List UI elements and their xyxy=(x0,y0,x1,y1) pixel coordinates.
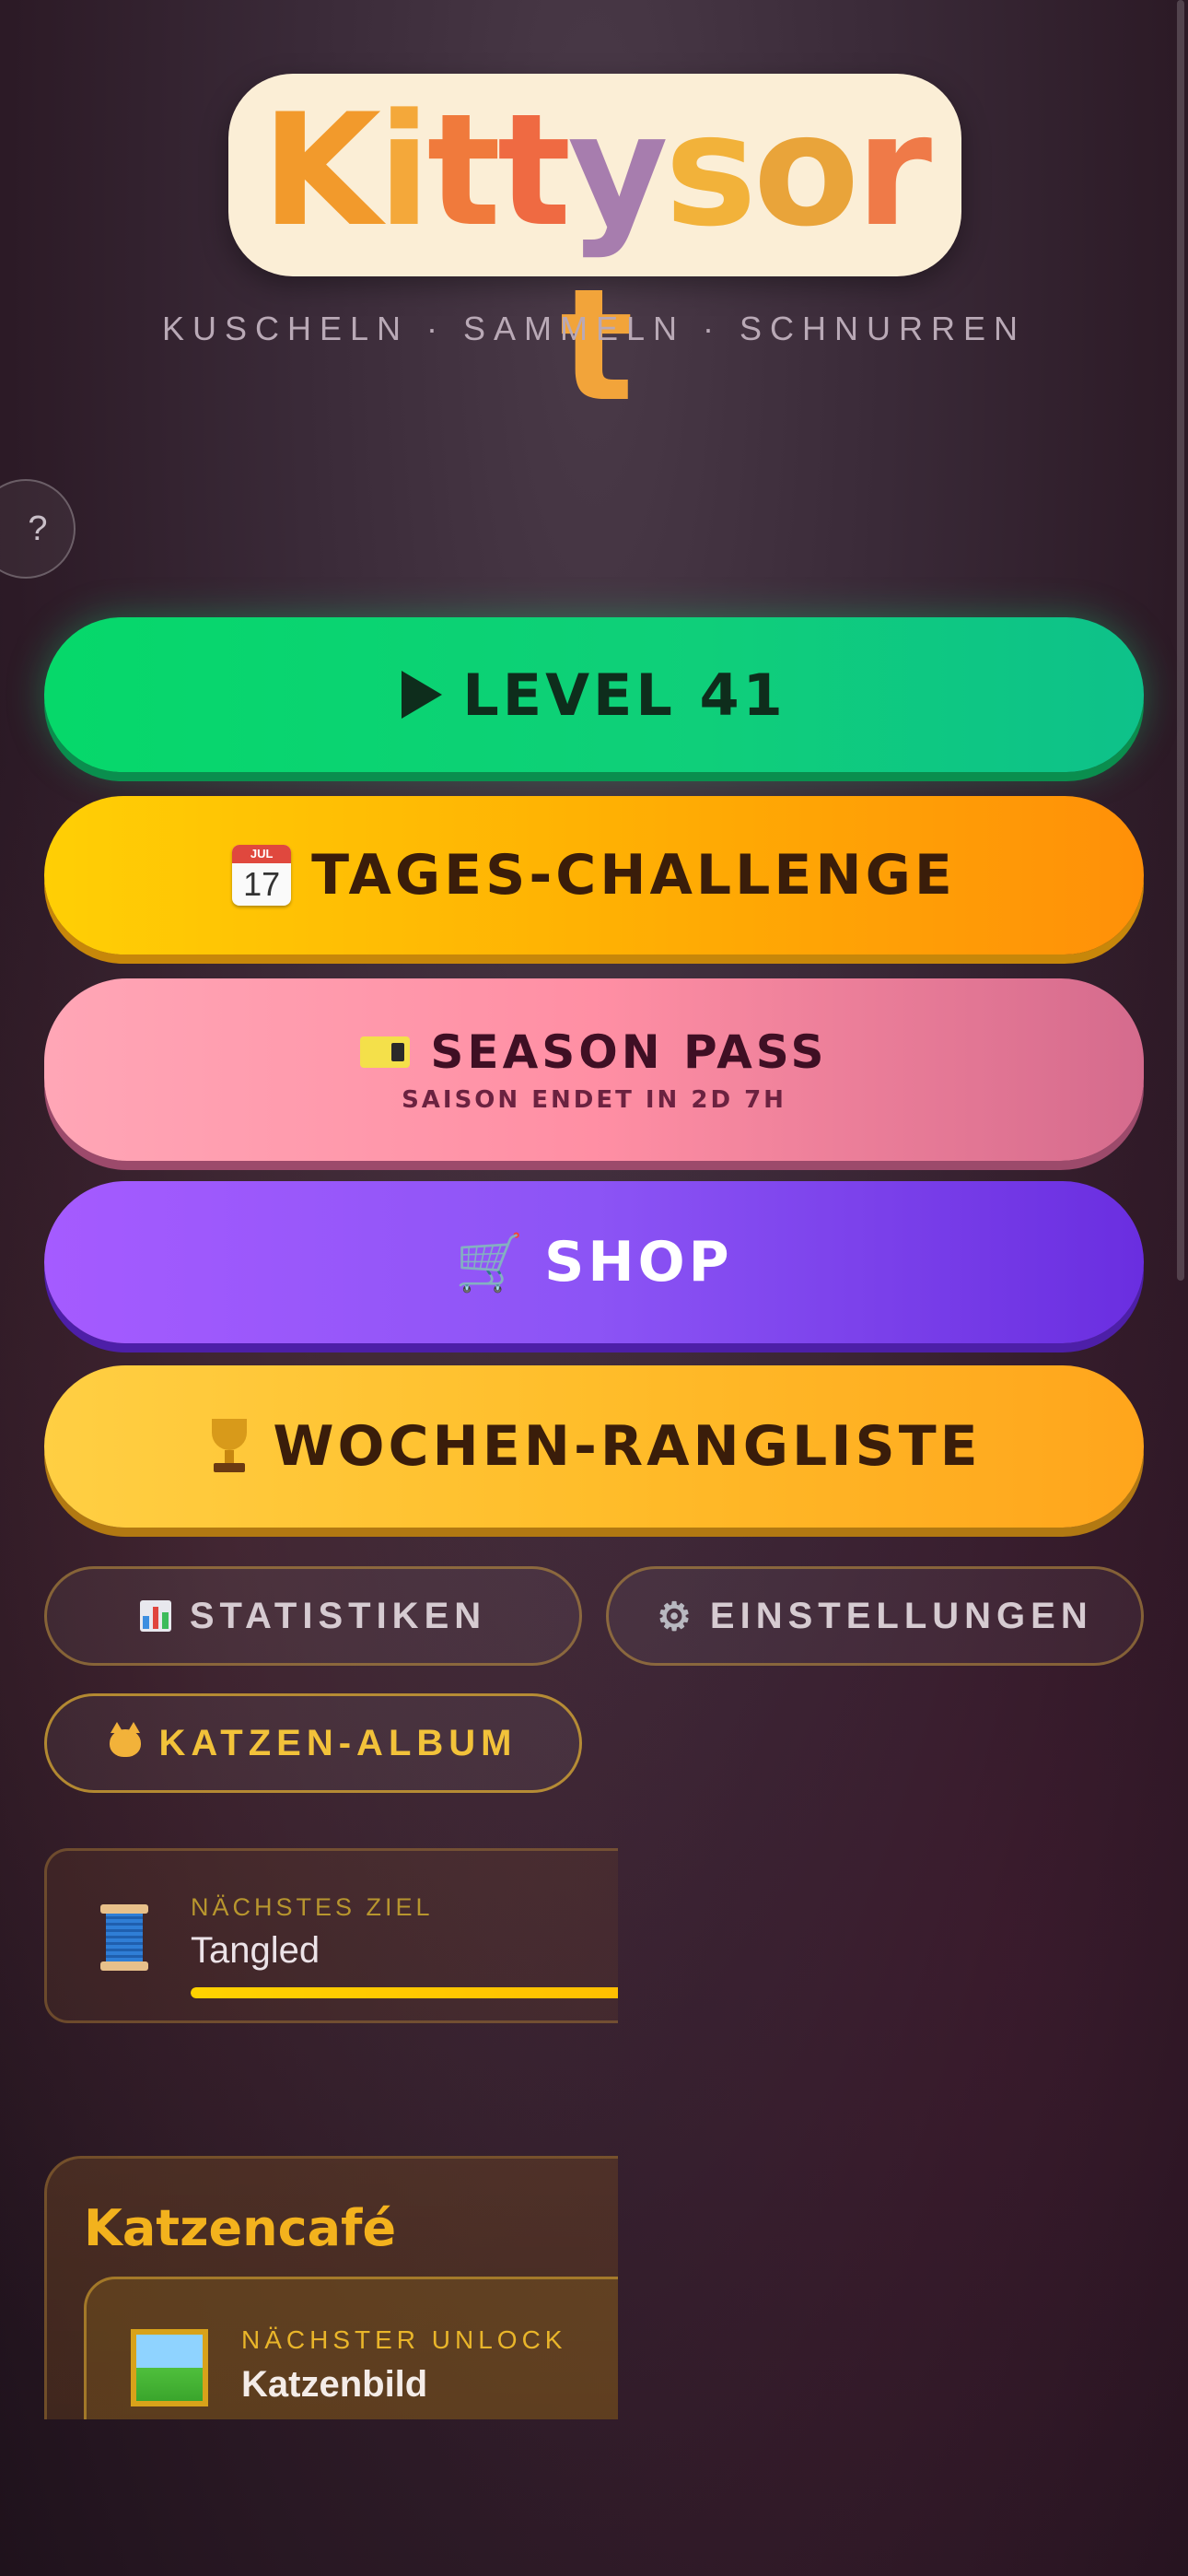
next-goal-progress-fill xyxy=(191,1987,618,1998)
logo-letter: t xyxy=(496,80,571,261)
bar-chart-icon xyxy=(139,1600,171,1632)
logo-letter: o xyxy=(752,80,859,261)
season-countdown: SAISON ENDET IN 2D 7H xyxy=(402,1086,786,1114)
next-goal-progress xyxy=(191,1987,618,1998)
statistics-label: STATISTIKEN xyxy=(189,1595,487,1636)
settings-button[interactable]: ⚙ EINSTELLUNGEN xyxy=(606,1566,1144,1666)
shop-label: SHOP xyxy=(544,1230,733,1294)
season-pass-button[interactable]: SEASON PASS SAISON ENDET IN 2D 7H xyxy=(44,978,1144,1161)
framed-picture-icon xyxy=(131,2329,208,2406)
logo-letter: s xyxy=(664,80,757,261)
play-level-label: LEVEL 41 xyxy=(462,661,786,729)
calendar-month: JUL xyxy=(232,845,292,863)
help-label: ? xyxy=(28,509,48,548)
gear-icon: ⚙ xyxy=(657,1594,692,1638)
cat-face-icon xyxy=(109,1722,141,1757)
calendar-icon: JUL 17 xyxy=(232,845,292,906)
play-level-button[interactable]: LEVEL 41 xyxy=(44,617,1144,772)
app-logo: Kittysort xyxy=(228,74,961,433)
ticket-icon xyxy=(360,1036,411,1068)
calendar-day: 17 xyxy=(243,865,281,903)
weekly-leaderboard-label: WOCHEN-RANGLISTE xyxy=(273,1414,982,1479)
cat-album-button[interactable]: KATZEN-ALBUM xyxy=(44,1693,582,1793)
logo-letter: t xyxy=(426,80,501,261)
next-goal-card: NÄCHSTES ZIEL Tangled xyxy=(44,1848,618,2023)
next-unlock-name: Katzenbild xyxy=(241,2364,428,2405)
cat-album-label: KATZEN-ALBUM xyxy=(158,1722,518,1763)
shop-button[interactable]: 🛒 SHOP xyxy=(44,1181,1144,1343)
logo-letter: r xyxy=(856,80,932,261)
weekly-leaderboard-button[interactable]: WOCHEN-RANGLISTE xyxy=(44,1365,1144,1528)
logo-text: Kittysort xyxy=(228,83,961,433)
daily-challenge-label: TAGES-CHALLENGE xyxy=(311,843,956,907)
logo-letter: i xyxy=(378,80,431,261)
logo-letter: K xyxy=(261,80,381,261)
spool-icon xyxy=(100,1904,148,1971)
cart-icon: 🛒 xyxy=(455,1230,525,1295)
cat-cafe-card: Katzencafé NÄCHSTER UNLOCK Katzenbild xyxy=(44,2156,618,2419)
settings-label: EINSTELLUNGEN xyxy=(709,1595,1093,1636)
logo-letter: y xyxy=(567,80,668,261)
season-pass-label: SEASON PASS xyxy=(430,1025,828,1079)
play-icon xyxy=(402,671,443,719)
next-unlock-label: NÄCHSTER UNLOCK xyxy=(241,2325,567,2354)
next-goal-label: NÄCHSTES ZIEL xyxy=(191,1893,434,1921)
tagline: KUSCHELN · SAMMELN · SCHNURREN xyxy=(161,310,1027,347)
next-unlock-box[interactable]: NÄCHSTER UNLOCK Katzenbild xyxy=(84,2277,618,2419)
help-button[interactable]: ? xyxy=(0,479,76,579)
scrollbar[interactable] xyxy=(1177,0,1184,1281)
statistics-button[interactable]: STATISTIKEN xyxy=(44,1566,582,1666)
trophy-icon xyxy=(206,1419,252,1474)
next-goal-name: Tangled xyxy=(191,1930,320,1971)
cat-cafe-title: Katzencafé xyxy=(84,2199,397,2257)
daily-challenge-button[interactable]: JUL 17 TAGES-CHALLENGE xyxy=(44,796,1144,954)
